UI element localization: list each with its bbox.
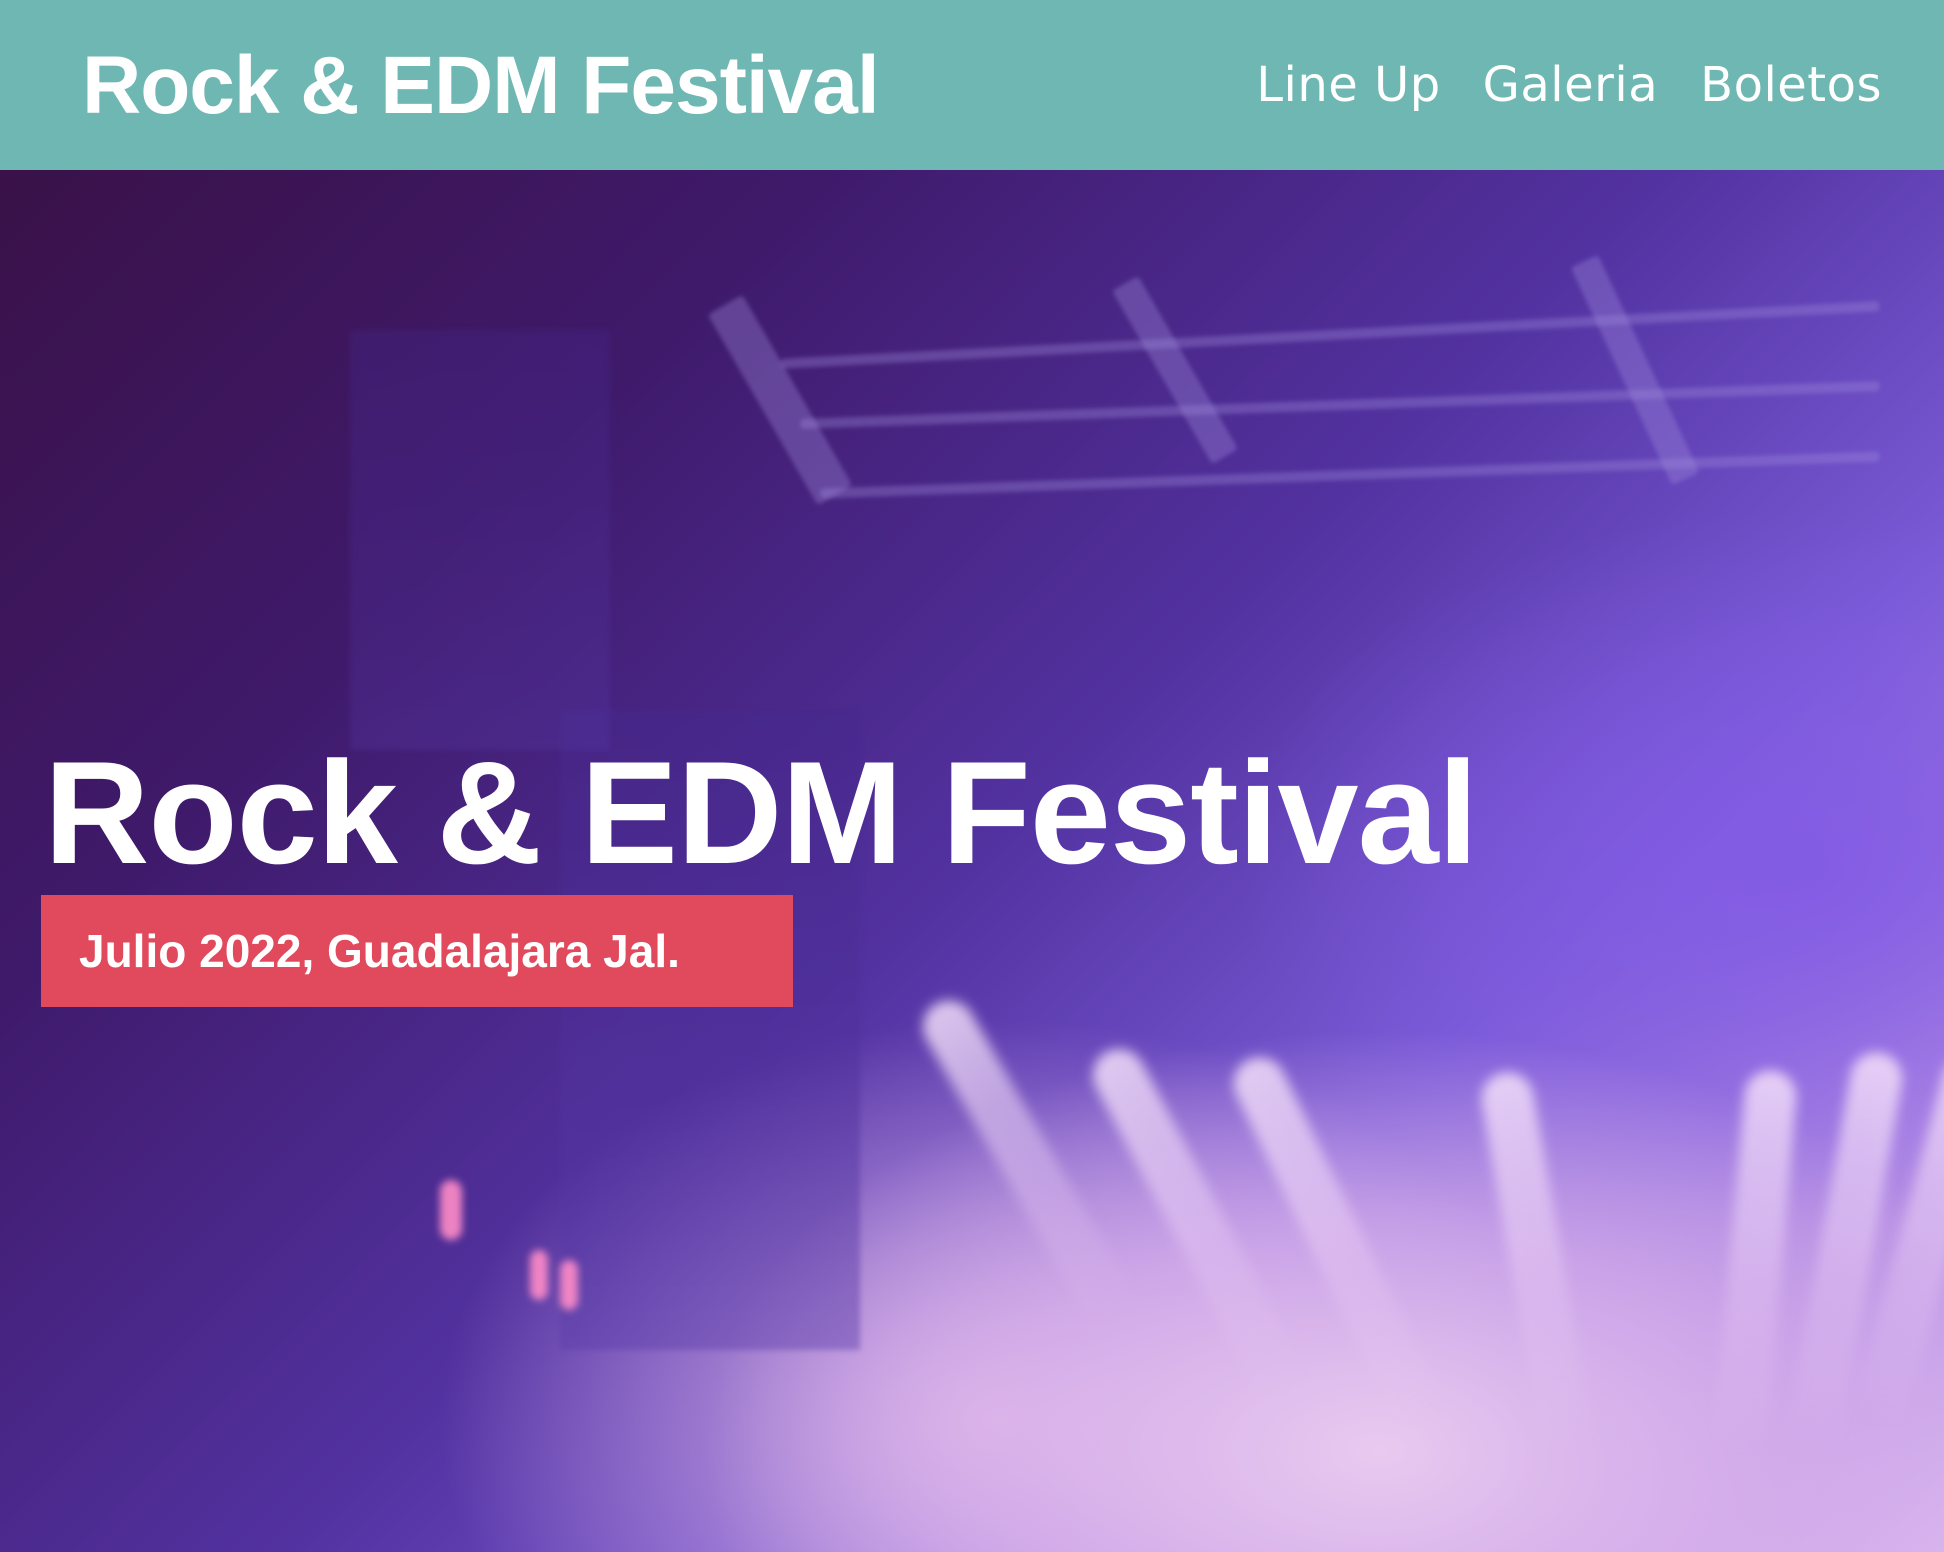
nav-link-line-up[interactable]: Line Up [1256,57,1440,113]
nav-link-galeria[interactable]: Galeria [1483,57,1658,113]
site-header: Rock & EDM Festival Line Up Galeria Bole… [0,0,1944,170]
hero-title: Rock & EDM Festival [44,731,1478,894]
hero-section: Rock & EDM Festival Julio 2022, Guadalaj… [0,170,1944,1552]
brand-logo-text[interactable]: Rock & EDM Festival [82,45,880,127]
main-nav: Line Up Galeria Boletos [1256,57,1882,113]
nav-link-boletos[interactable]: Boletos [1700,57,1882,113]
event-date-location-text: Julio 2022, Guadalajara Jal. [79,925,680,977]
event-date-location-badge: Julio 2022, Guadalajara Jal. [41,895,793,1007]
